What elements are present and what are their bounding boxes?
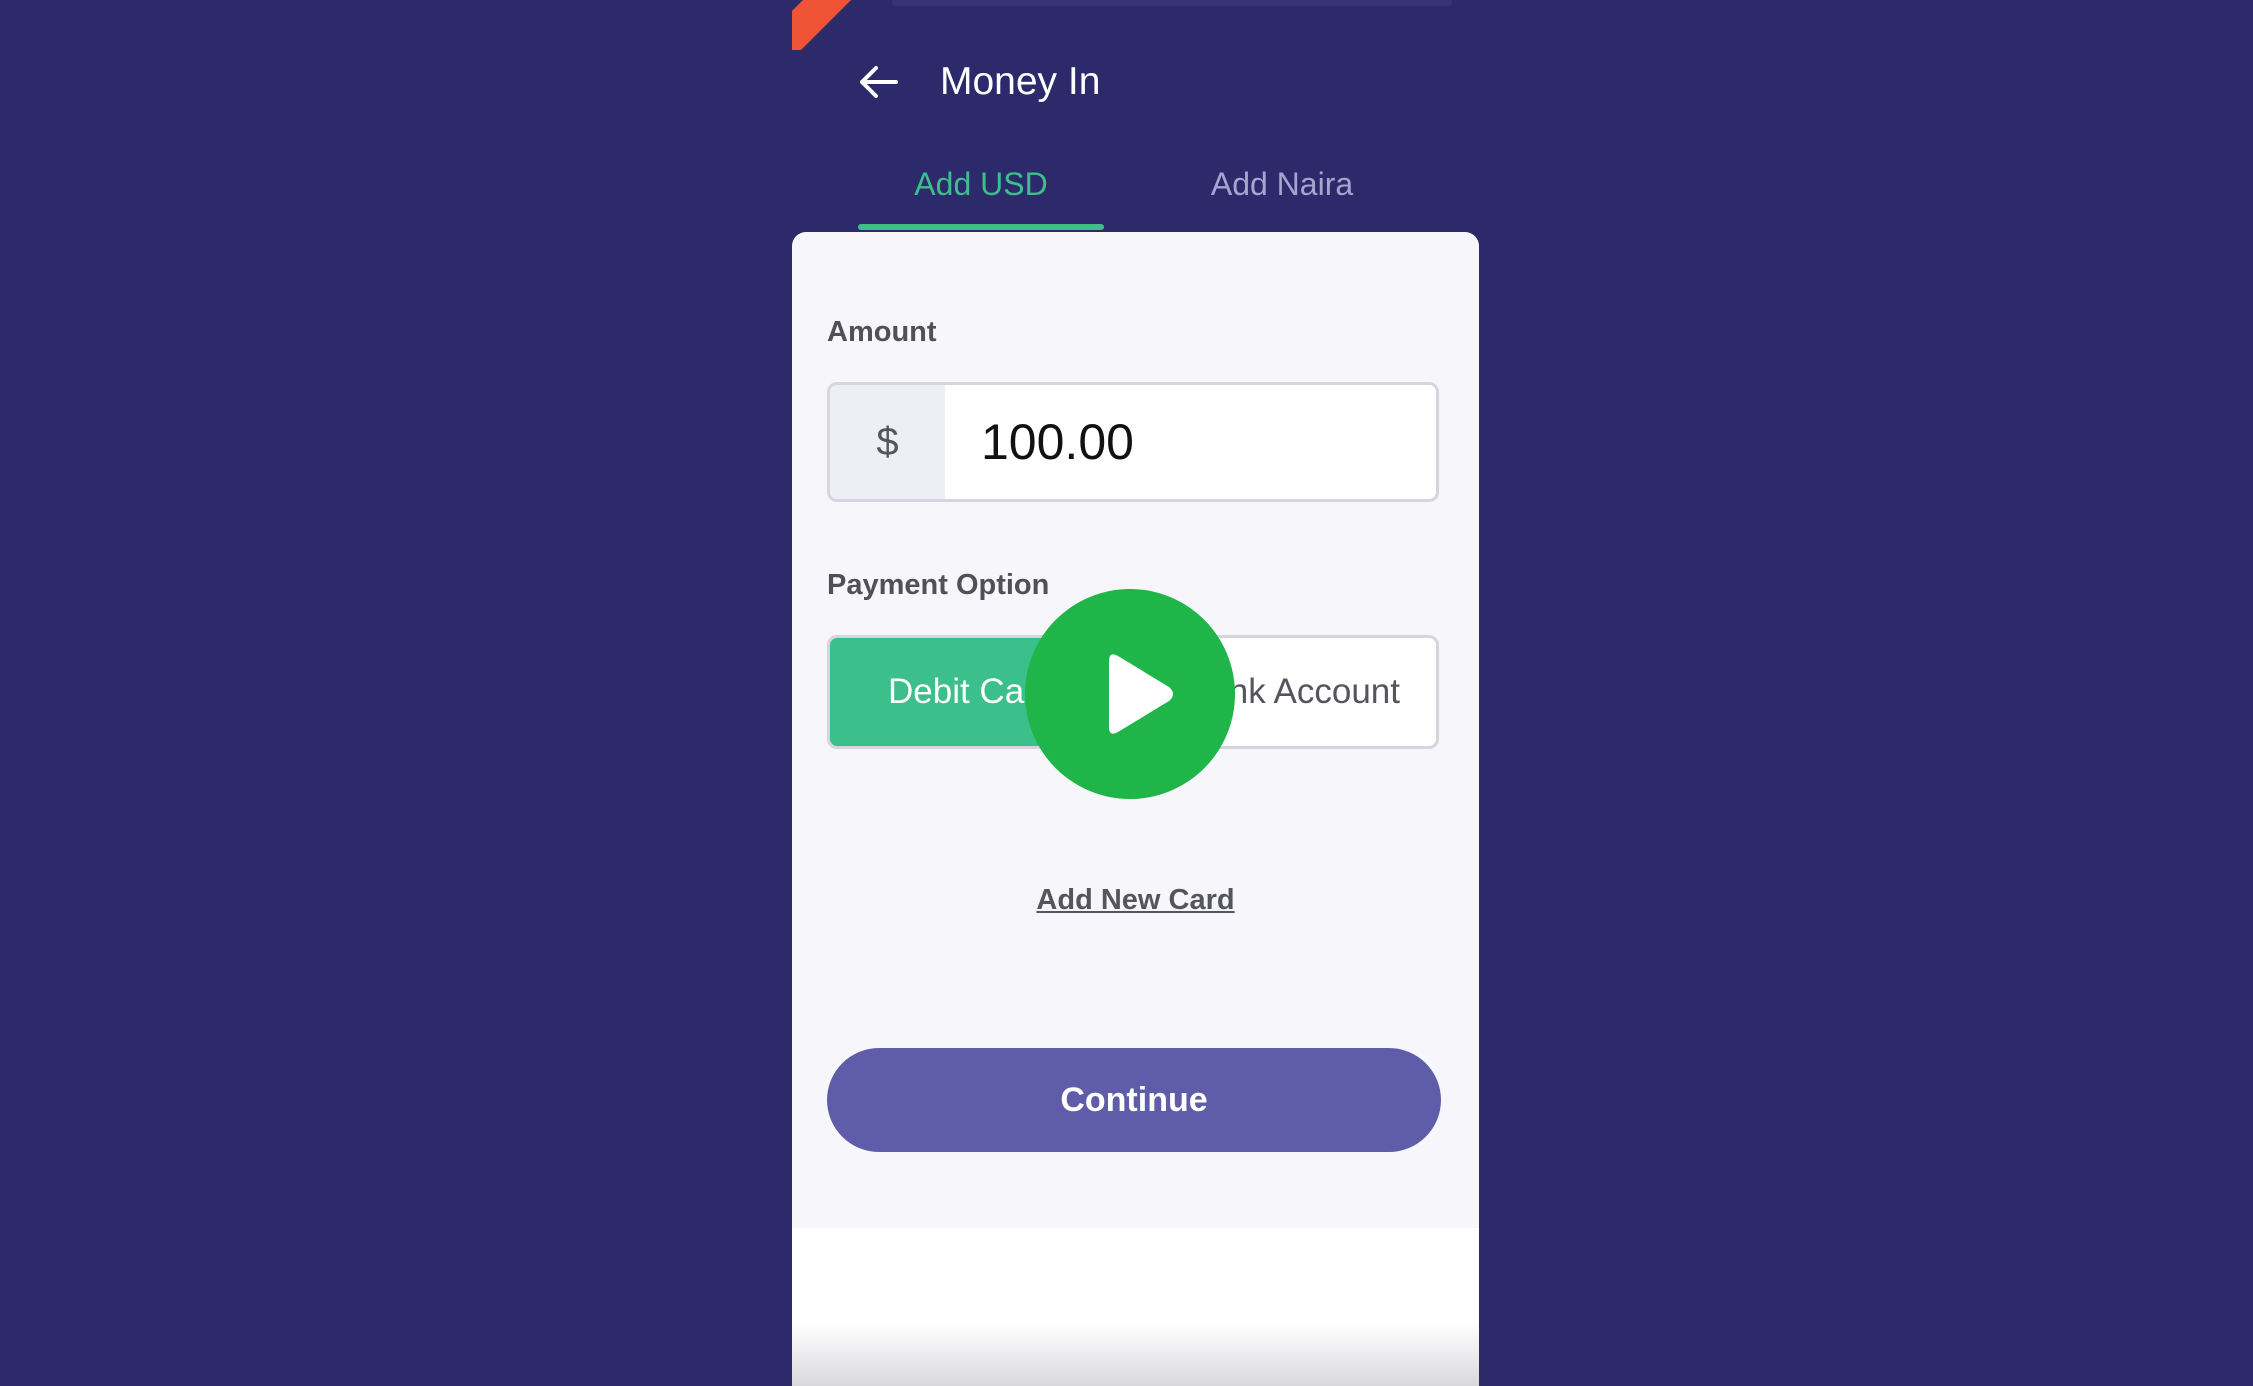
corner-ribbon: [792, 0, 852, 50]
page-title: Money In: [940, 60, 1101, 103]
add-new-card-link[interactable]: Add New Card: [792, 884, 1479, 917]
app-screen: Money In Add USD Add Naira Amount $ Paym…: [792, 0, 1479, 1386]
payment-option-label: Payment Option: [827, 569, 1050, 601]
tab-add-naira[interactable]: Add Naira: [1137, 162, 1427, 206]
tab-add-usd[interactable]: Add USD: [858, 162, 1104, 206]
bottom-fade: [792, 1228, 1479, 1386]
amount-label: Amount: [827, 316, 937, 348]
active-tab-indicator: [858, 224, 1104, 230]
continue-button[interactable]: Continue: [827, 1048, 1441, 1152]
amount-input[interactable]: [945, 385, 1436, 499]
money-in-card: Amount $ Payment Option Debit Card Bank …: [792, 232, 1479, 1386]
currency-symbol: $: [830, 385, 945, 499]
play-icon[interactable]: [1025, 589, 1235, 799]
arrow-left-icon[interactable]: [856, 60, 900, 104]
status-strip: [892, 0, 1452, 6]
amount-field: $: [827, 382, 1439, 502]
